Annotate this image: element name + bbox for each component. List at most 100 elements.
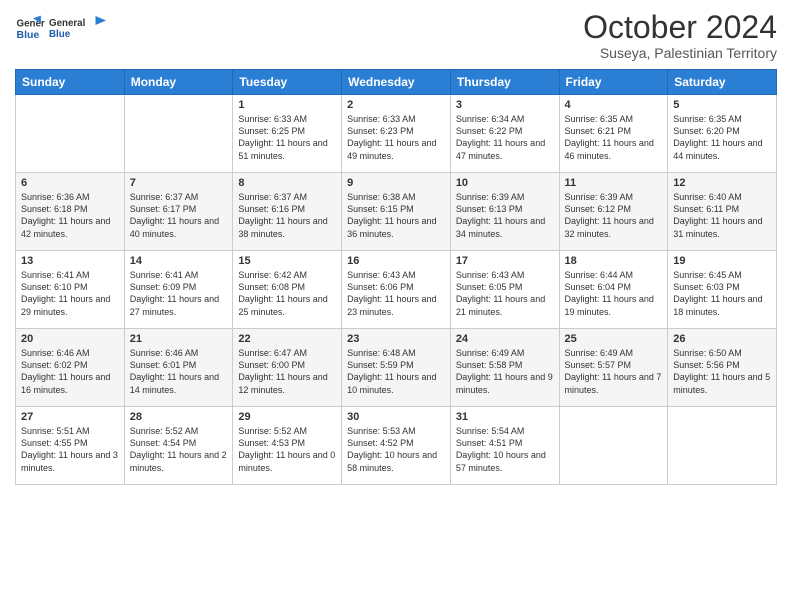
day-number: 26 [673,333,771,345]
day-info: Sunrise: 6:38 AM Sunset: 6:15 PM Dayligh… [347,191,445,240]
calendar-cell: 22 Sunrise: 6:47 AM Sunset: 6:00 PM Dayli… [233,329,342,407]
week-row-1: 1Sunrise: 6:33 AM Sunset: 6:25 PM Daylig… [16,95,777,173]
calendar-cell: 4Sunrise: 6:35 AM Sunset: 6:21 PM Daylig… [559,95,668,173]
day-info: Sunrise: 6:45 AM Sunset: 6:03 PM Dayligh… [673,269,771,318]
day-info: Sunrise: 6:44 AM Sunset: 6:04 PM Dayligh… [565,269,663,318]
day-number: 7 [130,177,228,189]
day-info: Sunrise: 5:53 AM Sunset: 4:52 PM Dayligh… [347,425,445,474]
day-info: Sunrise: 6:47 AM Sunset: 6:00 PM Dayligh… [238,347,336,396]
day-info: Sunrise: 6:41 AM Sunset: 6:10 PM Dayligh… [21,269,119,318]
day-info: Sunrise: 6:39 AM Sunset: 6:13 PM Dayligh… [456,191,554,240]
calendar-cell: 1Sunrise: 6:33 AM Sunset: 6:25 PM Daylig… [233,95,342,173]
calendar-cell: 15 Sunrise: 6:42 AM Sunset: 6:08 PM Dayli… [233,251,342,329]
day-info: Sunrise: 5:51 AM Sunset: 4:55 PM Dayligh… [21,425,119,474]
day-number: 22 [238,333,336,345]
logo-icon: General Blue [15,13,45,43]
day-number: 13 [21,255,119,267]
col-friday: Friday [559,70,668,95]
day-info: Sunrise: 6:37 AM Sunset: 6:17 PM Dayligh… [130,191,228,240]
svg-text:Blue: Blue [49,29,71,40]
page: General Blue General Blue October 2024 S… [0,0,792,612]
week-row-2: 6 Sunrise: 6:36 AM Sunset: 6:18 PM Daylig… [16,173,777,251]
day-number: 29 [238,411,336,423]
calendar-cell: 30Sunrise: 5:53 AM Sunset: 4:52 PM Dayli… [342,407,451,485]
day-info: Sunrise: 6:35 AM Sunset: 6:20 PM Dayligh… [673,113,771,162]
calendar-cell [559,407,668,485]
subtitle: Suseya, Palestinian Territory [583,45,777,61]
day-number: 27 [21,411,119,423]
calendar-cell: 31 Sunrise: 5:54 AM Sunset: 4:51 PM Dayli… [450,407,559,485]
day-number: 20 [21,333,119,345]
day-number: 2 [347,99,445,111]
logo: General Blue General Blue [15,10,109,46]
day-info: Sunrise: 6:42 AM Sunset: 6:08 PM Dayligh… [238,269,336,318]
day-number: 16 [347,255,445,267]
day-info: Sunrise: 6:41 AM Sunset: 6:09 PM Dayligh… [130,269,228,318]
logo-svg: General Blue [49,10,109,46]
calendar-cell: 3Sunrise: 6:34 AM Sunset: 6:22 PM Daylig… [450,95,559,173]
calendar-cell: 28 Sunrise: 5:52 AM Sunset: 4:54 PM Dayli… [124,407,233,485]
calendar-cell: 12Sunrise: 6:40 AM Sunset: 6:11 PM Dayli… [668,173,777,251]
day-number: 3 [456,99,554,111]
day-number: 23 [347,333,445,345]
day-number: 5 [673,99,771,111]
week-row-4: 20 Sunrise: 6:46 AM Sunset: 6:02 PM Dayli… [16,329,777,407]
day-number: 10 [456,177,554,189]
day-number: 12 [673,177,771,189]
calendar-cell: 7 Sunrise: 6:37 AM Sunset: 6:17 PM Daylig… [124,173,233,251]
day-info: Sunrise: 5:52 AM Sunset: 4:54 PM Dayligh… [130,425,228,474]
day-info: Sunrise: 6:35 AM Sunset: 6:21 PM Dayligh… [565,113,663,162]
day-number: 17 [456,255,554,267]
header-row: Sunday Monday Tuesday Wednesday Thursday… [16,70,777,95]
calendar-cell: 14Sunrise: 6:41 AM Sunset: 6:09 PM Dayli… [124,251,233,329]
day-info: Sunrise: 6:46 AM Sunset: 6:01 PM Dayligh… [130,347,228,396]
svg-text:General: General [49,18,86,29]
day-info: Sunrise: 6:48 AM Sunset: 5:59 PM Dayligh… [347,347,445,396]
day-number: 11 [565,177,663,189]
day-number: 31 [456,411,554,423]
day-number: 8 [238,177,336,189]
calendar-cell: 21 Sunrise: 6:46 AM Sunset: 6:01 PM Dayli… [124,329,233,407]
day-number: 6 [21,177,119,189]
calendar-cell: 8Sunrise: 6:37 AM Sunset: 6:16 PM Daylig… [233,173,342,251]
header: General Blue General Blue October 2024 S… [15,10,777,61]
calendar-cell [16,95,125,173]
calendar-cell: 2 Sunrise: 6:33 AM Sunset: 6:23 PM Daylig… [342,95,451,173]
calendar-cell [124,95,233,173]
day-number: 28 [130,411,228,423]
day-number: 18 [565,255,663,267]
day-number: 25 [565,333,663,345]
month-title: October 2024 [583,10,777,45]
col-thursday: Thursday [450,70,559,95]
day-number: 21 [130,333,228,345]
day-info: Sunrise: 6:39 AM Sunset: 6:12 PM Dayligh… [565,191,663,240]
calendar: Sunday Monday Tuesday Wednesday Thursday… [15,69,777,485]
day-info: Sunrise: 6:33 AM Sunset: 6:23 PM Dayligh… [347,113,445,162]
day-number: 9 [347,177,445,189]
svg-text:Blue: Blue [17,29,40,41]
calendar-cell: 11 Sunrise: 6:39 AM Sunset: 6:12 PM Dayli… [559,173,668,251]
col-tuesday: Tuesday [233,70,342,95]
day-info: Sunrise: 5:54 AM Sunset: 4:51 PM Dayligh… [456,425,554,474]
week-row-3: 13 Sunrise: 6:41 AM Sunset: 6:10 PM Dayli… [16,251,777,329]
col-wednesday: Wednesday [342,70,451,95]
col-monday: Monday [124,70,233,95]
calendar-cell: 24Sunrise: 6:49 AM Sunset: 5:58 PM Dayli… [450,329,559,407]
day-number: 19 [673,255,771,267]
calendar-cell: 25Sunrise: 6:49 AM Sunset: 5:57 PM Dayli… [559,329,668,407]
col-saturday: Saturday [668,70,777,95]
calendar-cell: 26Sunrise: 6:50 AM Sunset: 5:56 PM Dayli… [668,329,777,407]
calendar-cell: 17 Sunrise: 6:43 AM Sunset: 6:05 PM Dayli… [450,251,559,329]
day-info: Sunrise: 6:43 AM Sunset: 6:05 PM Dayligh… [456,269,554,318]
calendar-cell: 5 Sunrise: 6:35 AM Sunset: 6:20 PM Daylig… [668,95,777,173]
day-info: Sunrise: 6:33 AM Sunset: 6:25 PM Dayligh… [238,113,336,162]
day-info: Sunrise: 6:36 AM Sunset: 6:18 PM Dayligh… [21,191,119,240]
day-number: 15 [238,255,336,267]
day-info: Sunrise: 6:46 AM Sunset: 6:02 PM Dayligh… [21,347,119,396]
calendar-cell: 18 Sunrise: 6:44 AM Sunset: 6:04 PM Dayli… [559,251,668,329]
day-number: 24 [456,333,554,345]
calendar-cell: 9 Sunrise: 6:38 AM Sunset: 6:15 PM Daylig… [342,173,451,251]
week-row-5: 27 Sunrise: 5:51 AM Sunset: 4:55 PM Dayli… [16,407,777,485]
calendar-cell: 23 Sunrise: 6:48 AM Sunset: 5:59 PM Dayli… [342,329,451,407]
calendar-cell: 13 Sunrise: 6:41 AM Sunset: 6:10 PM Dayli… [16,251,125,329]
